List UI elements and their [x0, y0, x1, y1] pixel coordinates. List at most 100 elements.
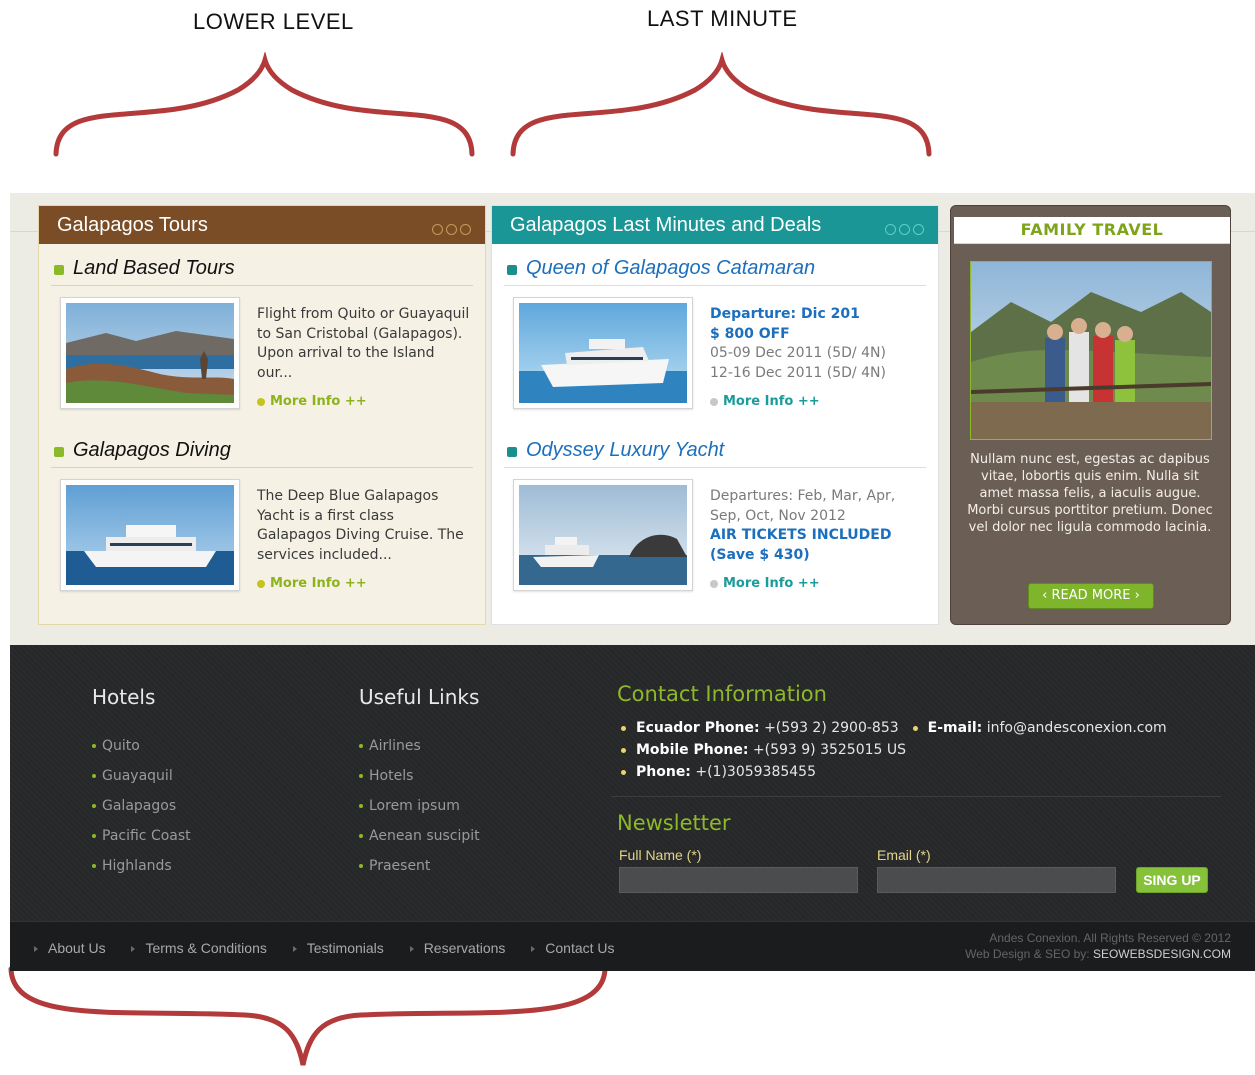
bullet-dot-icon [92, 774, 96, 778]
carousel-dots[interactable] [882, 220, 924, 239]
full-name-label: Full Name (*) [619, 847, 702, 863]
tour-item-title[interactable]: Galapagos Diving [51, 437, 473, 468]
hotels-item-label[interactable]: Guayaquil [102, 768, 173, 784]
hotels-item-label[interactable]: Galapagos [102, 798, 176, 814]
panel-header: Galapagos Last Minutes and Deals [492, 206, 938, 244]
tour-thumbnail[interactable] [60, 479, 240, 591]
mobile-phone-label: Mobile Phone: [636, 742, 749, 758]
tour-name[interactable]: Land Based Tours [73, 257, 235, 280]
more-info-link[interactable]: More Info ++ [257, 576, 367, 591]
tour-item: Galapagos Diving The Deep Blue Galapagos… [51, 437, 473, 591]
tour-name[interactable]: Galapagos Diving [73, 439, 231, 462]
sign-up-button[interactable]: SING UP [1136, 867, 1208, 893]
more-info-label[interactable]: More Info ++ [270, 394, 367, 409]
panel-title: Galapagos Last Minutes and Deals [510, 214, 822, 236]
family-photo[interactable] [970, 261, 1212, 440]
useful-link-item[interactable]: Airlines [359, 738, 480, 768]
footer-divider [611, 796, 1221, 797]
footer-nav-label[interactable]: Contact Us [545, 940, 614, 956]
dot-icon[interactable] [432, 224, 443, 235]
useful-link-item[interactable]: Hotels [359, 768, 480, 798]
footer-nav-item[interactable]: Terms & Conditions [131, 940, 267, 956]
useful-link-label[interactable]: Praesent [369, 858, 430, 874]
read-more-button[interactable]: ‹ READ MORE › [1028, 583, 1154, 609]
footer-nav-label[interactable]: Reservations [424, 940, 506, 956]
bullet-dot-icon [359, 744, 363, 748]
contact-line-mobile: Mobile Phone: +(593 9) 3525015 US [621, 742, 906, 758]
arrow-right-icon [131, 946, 136, 953]
deal-date: 05-09 Dec 2011 (5D/ 4N) [710, 345, 886, 361]
footer-nav-label[interactable]: About Us [48, 940, 106, 956]
hotels-list: Quito Guayaquil Galapagos Pacific Coast … [92, 738, 191, 888]
credit-link[interactable]: SEOWEBSDESIGN.COM [1093, 947, 1231, 961]
brace-last-minute [510, 52, 932, 157]
bullet-dot-icon [257, 397, 265, 406]
deal-thumbnail[interactable] [513, 297, 693, 409]
island-image [66, 303, 234, 403]
useful-link-label[interactable]: Airlines [369, 738, 421, 754]
deal-name[interactable]: Queen of Galapagos Catamaran [526, 257, 815, 280]
dot-icon[interactable] [899, 224, 910, 235]
email-input[interactable] [877, 867, 1116, 893]
deal-item: Queen of Galapagos Catamaran Departure: … [504, 255, 926, 409]
footer-nav-item[interactable]: About Us [34, 940, 106, 956]
footer-nav-label[interactable]: Terms & Conditions [145, 940, 266, 956]
tour-item-title[interactable]: Land Based Tours [51, 255, 473, 286]
yacht-image [66, 485, 234, 585]
hotels-item-label[interactable]: Pacific Coast [102, 828, 191, 844]
useful-link-item[interactable]: Praesent [359, 858, 480, 888]
contact-line-phone: Phone: +(1)3059385455 [621, 764, 816, 780]
hotels-item[interactable]: Pacific Coast [92, 828, 191, 858]
deal-name[interactable]: Odyssey Luxury Yacht [526, 439, 724, 462]
panel-last-minutes: Galapagos Last Minutes and Deals Queen o… [491, 205, 939, 625]
phone-label: Phone: [636, 764, 691, 780]
bullet-dot-icon [92, 864, 96, 868]
family-travel-header: FAMILY TRAVEL [954, 217, 1230, 244]
more-info-label[interactable]: More Info ++ [723, 576, 820, 591]
bullet-dot-icon [92, 744, 96, 748]
footer-nav-item[interactable]: Reservations [409, 940, 506, 956]
more-info-link[interactable]: More Info ++ [257, 394, 367, 409]
hotels-item-label[interactable]: Highlands [102, 858, 172, 874]
more-info-label[interactable]: More Info ++ [270, 576, 367, 591]
hotels-item[interactable]: Quito [92, 738, 191, 768]
email-value[interactable]: info@andesconexion.com [987, 720, 1167, 736]
hotels-item[interactable]: Highlands [92, 858, 191, 888]
deal-item-title[interactable]: Odyssey Luxury Yacht [504, 437, 926, 468]
dot-icon[interactable] [913, 224, 924, 235]
bullet-dot-icon [710, 397, 718, 406]
bullet-dot-icon [621, 747, 626, 753]
useful-link-label[interactable]: Aenean suscipit [369, 828, 480, 844]
deal-highlight: AIR TICKETS INCLUDED [710, 527, 892, 543]
mobile-phone-value: +(593 9) 3525015 US [752, 742, 907, 758]
useful-link-label[interactable]: Hotels [369, 768, 413, 784]
dot-icon[interactable] [446, 224, 457, 235]
more-info-link[interactable]: More Info ++ [710, 576, 820, 591]
useful-link-label[interactable]: Lorem ipsum [369, 798, 460, 814]
deal-departure: Departures: Feb, Mar, Apr, Sep, Oct, Nov… [710, 488, 896, 524]
footer-nav-item[interactable]: Contact Us [531, 940, 615, 956]
hotels-heading: Hotels [92, 685, 156, 709]
deal-date: 12-16 Dec 2011 (5D/ 4N) [710, 364, 886, 381]
hotels-item[interactable]: Galapagos [92, 798, 191, 828]
more-info-label[interactable]: More Info ++ [723, 394, 820, 409]
dot-icon[interactable] [885, 224, 896, 235]
catamaran-image [519, 303, 687, 403]
more-info-link[interactable]: More Info ++ [710, 394, 820, 409]
yacht-island-image [519, 485, 687, 585]
useful-link-item[interactable]: Aenean suscipit [359, 828, 480, 858]
hotels-item-label[interactable]: Quito [102, 738, 140, 754]
footer-nav-label[interactable]: Testimonials [307, 940, 384, 956]
deal-thumbnail[interactable] [513, 479, 693, 591]
useful-link-item[interactable]: Lorem ipsum [359, 798, 480, 828]
full-name-input[interactable] [619, 867, 858, 893]
hotels-item[interactable]: Guayaquil [92, 768, 191, 798]
tour-thumbnail[interactable] [60, 297, 240, 409]
carousel-dots[interactable] [429, 220, 471, 239]
deal-item-title[interactable]: Queen of Galapagos Catamaran [504, 255, 926, 286]
bullet-dot-icon [92, 834, 96, 838]
footer-nav-item[interactable]: Testimonials [292, 940, 384, 956]
bullet-dot-icon [257, 579, 265, 588]
bullet-dot-icon [359, 864, 363, 868]
dot-icon[interactable] [460, 224, 471, 235]
